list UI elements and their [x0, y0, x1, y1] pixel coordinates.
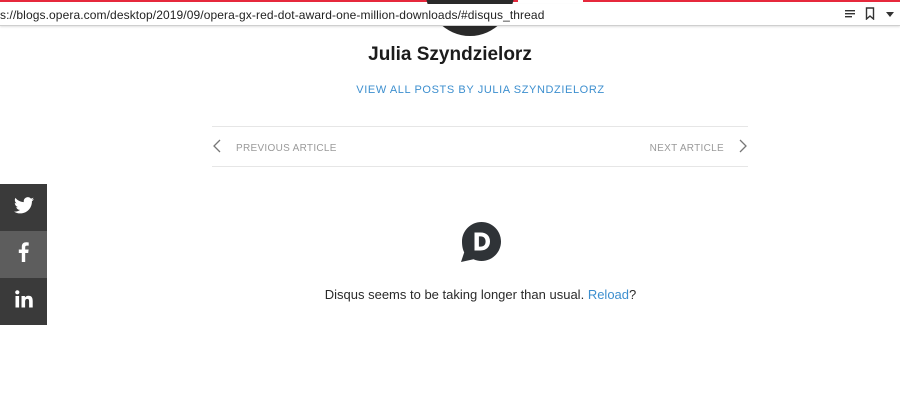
reload-link[interactable]: Reload	[588, 287, 629, 302]
divider	[212, 166, 748, 167]
reader-mode-icon[interactable]	[844, 8, 856, 20]
share-twitter-button[interactable]	[0, 184, 47, 231]
disqus-message-text: Disqus seems to be taking longer than us…	[324, 287, 585, 302]
social-share-bar	[0, 184, 47, 325]
dropdown-arrow-icon[interactable]	[884, 8, 896, 20]
bookmark-icon[interactable]	[864, 7, 876, 20]
address-bar-icons	[844, 7, 896, 20]
chevron-left-icon	[212, 139, 222, 158]
disqus-icon	[459, 222, 503, 264]
address-bar[interactable]: s://blogs.opera.com/desktop/2019/09/oper…	[0, 4, 900, 26]
facebook-icon	[18, 242, 29, 267]
page: s://blogs.opera.com/desktop/2019/09/oper…	[0, 0, 900, 403]
tab-accent-bar	[583, 0, 900, 2]
twitter-icon	[13, 196, 34, 219]
previous-article-link[interactable]: PREVIOUS ARTICLE	[212, 139, 337, 158]
next-article-label: NEXT ARTICLE	[649, 143, 724, 154]
share-facebook-button[interactable]	[0, 231, 47, 278]
author-name: Julia Szyndzielorz	[368, 44, 532, 65]
disqus-loading-message: Disqus seems to be taking longer than us…	[0, 287, 900, 302]
disqus-message-suffix: ?	[629, 287, 637, 302]
previous-article-label: PREVIOUS ARTICLE	[236, 143, 337, 154]
chevron-right-icon	[738, 139, 748, 158]
next-article-link[interactable]: NEXT ARTICLE	[650, 139, 748, 158]
divider	[212, 126, 748, 127]
url-text[interactable]: s://blogs.opera.com/desktop/2019/09/oper…	[0, 8, 544, 22]
view-all-posts-link[interactable]: VIEW ALL POSTS BY JULIA SZYNDZIELORZ	[0, 84, 900, 96]
